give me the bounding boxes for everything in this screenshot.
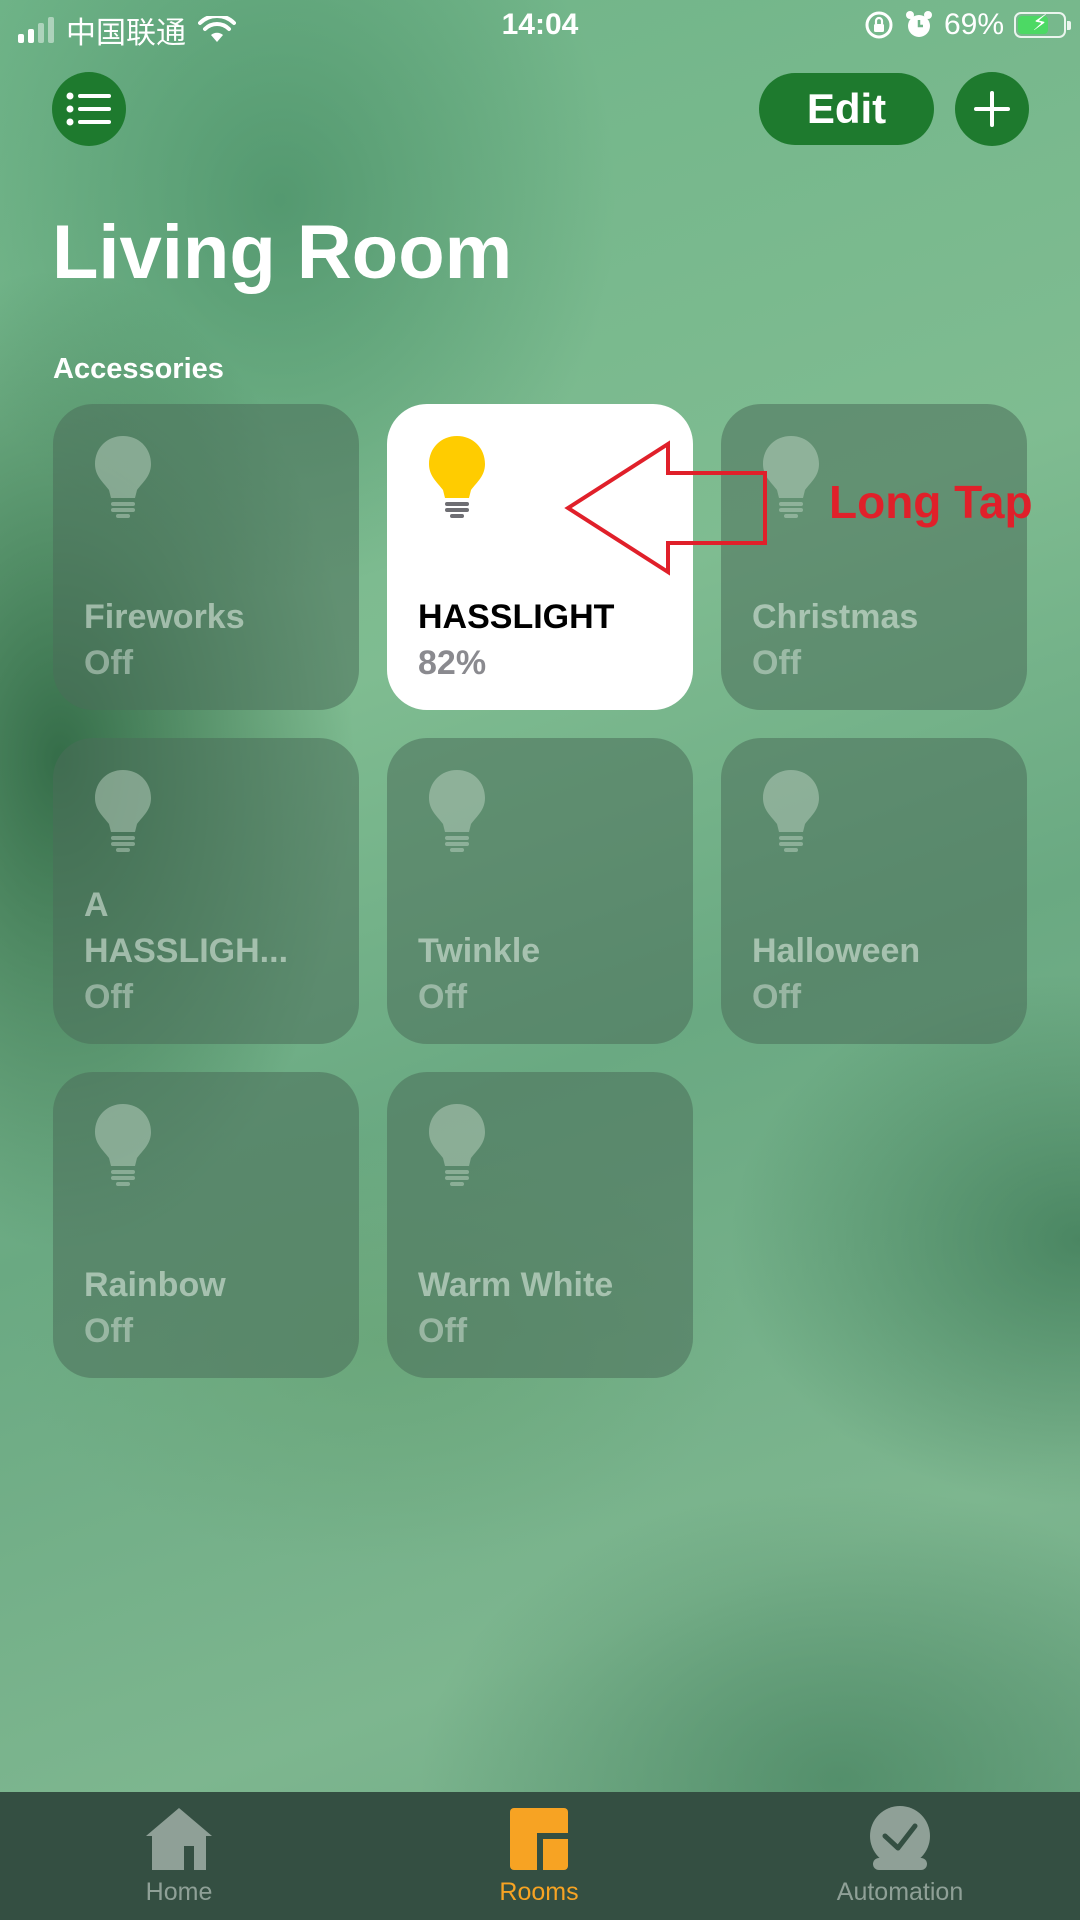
tile-name: HASSLIGHT [418,598,615,636]
tile-name: Twinkle [418,932,541,970]
add-button[interactable] [955,72,1029,146]
edit-button[interactable]: Edit [759,73,934,145]
annotation-arrow [564,440,767,576]
tab-home[interactable]: Home [59,1806,299,1907]
accessory-tile[interactable]: Warm White Off [387,1072,693,1378]
status-bar: 中国联通 14:04 69% ⚡ [0,0,1080,54]
battery-percent: 69% [943,8,1004,41]
tile-name: Halloween [752,932,921,970]
tab-label: Home [145,1878,213,1906]
tile-name: Rainbow [84,1266,226,1304]
plus-icon [974,91,1010,127]
lightbulb-icon [95,436,151,518]
tab-bar: Home Rooms Automation [0,1792,1080,1920]
tile-text: Christmas Off [752,594,1007,686]
tile-text: Warm White Off [418,1262,673,1354]
tile-name: Christmas [752,598,919,636]
tile-status: Off [752,644,802,682]
tile-status: Off [418,1312,468,1350]
section-title: Accessories [53,353,224,385]
tile-status: Off [418,978,468,1016]
tile-status: 82% [418,644,487,682]
accessory-tile[interactable]: Twinkle Off [387,738,693,1044]
menu-button[interactable] [52,72,126,146]
tab-label: Automation [836,1878,964,1906]
tile-name: Warm White [418,1266,614,1304]
battery-charging-icon: ⚡ [1014,10,1071,38]
rooms-icon [510,1808,568,1870]
accessory-tile[interactable]: A HASSLIGH... Off [53,738,359,1044]
rotation-lock-icon [865,11,893,39]
tab-automation[interactable]: Automation [780,1806,1020,1907]
tile-status: Off [84,644,134,682]
status-bar-right: 69% ⚡ [864,8,1071,42]
automation-icon [870,1806,930,1870]
page-title: Living Room [52,210,513,295]
lightbulb-icon [95,770,151,852]
annotation-label: Long Tap [829,476,1033,528]
accessory-tile[interactable]: Halloween Off [721,738,1027,1044]
tile-text: Rainbow Off [84,1262,339,1354]
tile-status: Off [84,1312,134,1350]
lightbulb-icon [763,770,819,852]
tile-text: HASSLIGHT 82% [418,594,673,686]
lightbulb-icon [429,1104,485,1186]
tile-text: Twinkle Off [418,928,673,1020]
house-icon [146,1808,212,1870]
tile-status: Off [84,978,134,1016]
list-icon [66,92,111,126]
charging-bolt-icon: ⚡ [1032,10,1048,35]
tile-name: A HASSLIGH... [84,886,289,970]
lightbulb-icon [429,436,485,518]
tile-text: Halloween Off [752,928,1007,1020]
tab-label: Rooms [499,1878,579,1906]
alarm-icon [905,11,932,37]
accessory-tile[interactable]: Rainbow Off [53,1072,359,1378]
tile-status: Off [752,978,802,1016]
tile-name: Fireworks [84,598,245,636]
tile-text: A HASSLIGH... Off [84,882,339,1020]
lightbulb-icon [95,1104,151,1186]
accessory-tile[interactable]: Fireworks Off [53,404,359,710]
tab-rooms[interactable]: Rooms [419,1806,659,1907]
tile-text: Fireworks Off [84,594,339,686]
lightbulb-icon [429,770,485,852]
